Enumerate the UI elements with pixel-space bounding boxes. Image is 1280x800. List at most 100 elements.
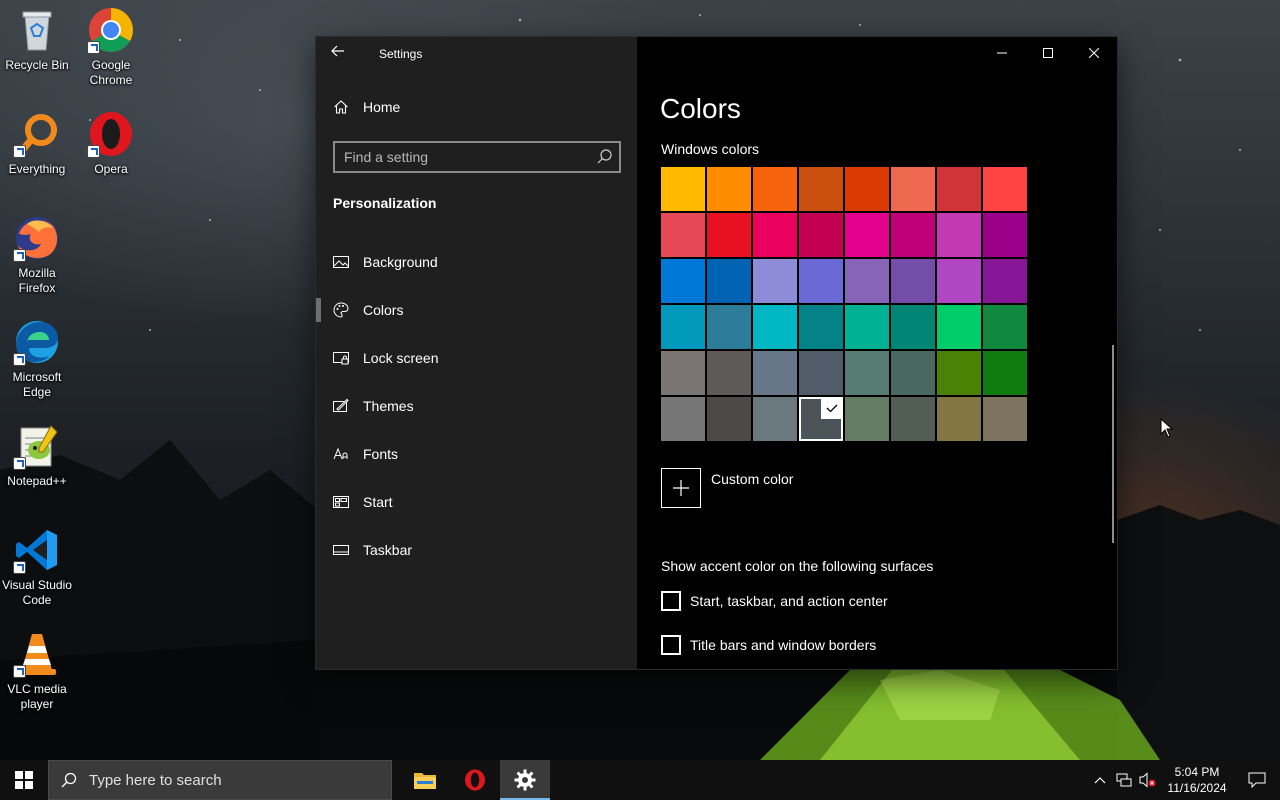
color-swatch[interactable] [707,167,751,211]
taskbar-clock[interactable]: 5:04 PM 11/16/2024 [1160,764,1234,796]
content-scrollbar[interactable] [1112,345,1114,543]
settings-search-box[interactable] [333,141,621,173]
nav-item-label: Colors [363,302,404,318]
desktop-icon-notepad-plus-plus[interactable]: Notepad++ [0,422,74,489]
search-icon[interactable] [593,146,615,168]
start-taskbar-action-center-checkbox[interactable]: Start, taskbar, and action center [661,591,888,611]
windows-colors-label: Windows colors [661,141,760,157]
nav-item-colors[interactable]: Colors [316,286,637,334]
color-swatch[interactable] [661,305,705,349]
desktop-icon-microsoft-edge[interactable]: Microsoft Edge [0,318,74,400]
color-swatch[interactable] [845,305,889,349]
desktop-icon-label: Microsoft Edge [12,370,62,399]
color-swatch[interactable] [799,305,843,349]
color-swatch[interactable] [845,167,889,211]
color-swatch[interactable] [799,213,843,257]
color-swatch[interactable] [799,397,843,441]
nav-item-background[interactable]: Background [316,238,637,286]
minimize-button[interactable] [979,37,1025,69]
color-swatch[interactable] [845,351,889,395]
color-swatch[interactable] [753,213,797,257]
desktop-icon-vlc-media-player[interactable]: VLC media player [0,630,74,712]
action-center-button[interactable] [1234,760,1280,800]
show-hidden-icons-button[interactable] [1088,760,1112,800]
color-swatch[interactable] [661,213,705,257]
color-swatch[interactable] [983,213,1027,257]
network-button[interactable] [1112,760,1136,800]
color-swatch[interactable] [845,213,889,257]
settings-search-input[interactable] [335,149,593,165]
taskbar-file-explorer[interactable] [400,760,450,800]
color-swatch[interactable] [753,167,797,211]
close-button[interactable] [1071,37,1117,69]
nav-item-taskbar[interactable]: Taskbar [316,526,637,574]
color-swatch[interactable] [707,397,751,441]
color-swatch[interactable] [753,397,797,441]
checkbox-box[interactable] [661,635,681,655]
color-swatch[interactable] [983,397,1027,441]
color-swatch[interactable] [891,213,935,257]
recycle-bin-icon [13,6,61,54]
color-swatch[interactable] [753,259,797,303]
nav-item-fonts[interactable]: Fonts [316,430,637,478]
color-swatch[interactable] [799,259,843,303]
lock-screen-icon [333,350,349,366]
color-swatch[interactable] [707,259,751,303]
desktop-icon-everything[interactable]: Everything [0,110,74,177]
title-bars-window-borders-checkbox[interactable]: Title bars and window borders [661,635,876,655]
start-button[interactable] [0,760,48,800]
taskbar-opera[interactable] [450,760,500,800]
color-swatch[interactable] [753,351,797,395]
color-swatch[interactable] [799,167,843,211]
color-swatch[interactable] [983,305,1027,349]
desktop-icon-mozilla-firefox[interactable]: Mozilla Firefox [0,214,74,296]
nav-item-lock-screen[interactable]: Lock screen [316,334,637,382]
color-swatch[interactable] [937,351,981,395]
color-swatch[interactable] [937,213,981,257]
color-swatch[interactable] [937,259,981,303]
color-swatch[interactable] [753,305,797,349]
maximize-button[interactable] [1025,37,1071,69]
back-button[interactable] [330,43,354,63]
color-swatch[interactable] [799,351,843,395]
color-swatch[interactable] [891,351,935,395]
taskbar-settings[interactable] [500,760,550,800]
color-swatch[interactable] [937,397,981,441]
color-swatch[interactable] [891,167,935,211]
color-swatch[interactable] [891,305,935,349]
color-swatch[interactable] [845,397,889,441]
color-swatch[interactable] [661,397,705,441]
nav-home[interactable]: Home [333,99,400,115]
color-swatch[interactable] [707,213,751,257]
custom-color-button[interactable]: Custom color [661,468,793,508]
nav-item-start[interactable]: Start [316,478,637,526]
color-swatch[interactable] [707,351,751,395]
checkbox-box[interactable] [661,591,681,611]
color-swatch[interactable] [661,259,705,303]
color-swatch[interactable] [661,351,705,395]
vscode-icon [13,526,61,574]
color-swatch[interactable] [983,351,1027,395]
picture-icon [333,254,349,270]
shortcut-arrow-icon [87,145,100,158]
color-swatch[interactable] [891,259,935,303]
color-swatch[interactable] [845,259,889,303]
folder-icon [414,773,436,789]
desktop-icon-visual-studio-code[interactable]: Visual Studio Code [0,526,74,608]
nav-item-themes[interactable]: Themes [316,382,637,430]
desktop-icon-opera[interactable]: Opera [74,110,148,177]
color-swatch[interactable] [983,167,1027,211]
color-swatch[interactable] [983,259,1027,303]
desktop-icon-recycle-bin[interactable]: Recycle Bin [0,6,74,73]
taskbar-search-box[interactable]: Type here to search [48,760,392,800]
volume-button[interactable] [1136,760,1160,800]
color-swatch[interactable] [661,167,705,211]
desktop-icon-google-chrome[interactable]: Google Chrome [74,6,148,88]
shortcut-arrow-icon [13,457,26,470]
desktop-icon-label: Recycle Bin [5,58,69,72]
color-swatch[interactable] [937,167,981,211]
color-swatch[interactable] [707,305,751,349]
fonts-icon [333,446,349,462]
color-swatch[interactable] [937,305,981,349]
color-swatch[interactable] [891,397,935,441]
